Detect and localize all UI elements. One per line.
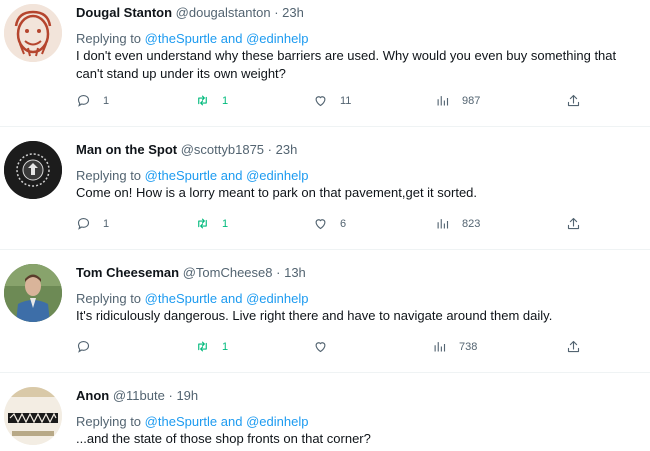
view-count: 823 <box>462 217 481 230</box>
replying-to: Replying to @theSpurtle and @edinhelp <box>76 291 308 306</box>
reply-count: 1 <box>103 94 110 107</box>
retweet-count: 1 <box>222 94 229 107</box>
user-handle[interactable]: @scottyb1875 <box>181 142 264 157</box>
display-name[interactable]: Anon <box>76 388 109 403</box>
mention-link[interactable]: @edinhelp <box>246 31 308 46</box>
retweet-icon <box>198 95 207 106</box>
replying-to-label: Replying to <box>76 291 142 306</box>
display-name[interactable]: Dougal Stanton <box>76 5 172 20</box>
and-label: and <box>220 414 243 429</box>
like-count: 11 <box>340 94 352 107</box>
reply-tweet[interactable]: Anon @11bute · 19h Replying to @theSpurt… <box>0 373 650 451</box>
tweet-text: It's ridiculously dangerous. Live right … <box>76 308 553 323</box>
separator-dot: · <box>274 5 279 20</box>
like-count: 6 <box>340 217 347 230</box>
separator-dot: · <box>276 265 281 280</box>
retweet-count: 1 <box>222 217 229 230</box>
timestamp[interactable]: 19h <box>176 388 198 403</box>
views-button[interactable]: 823 <box>435 216 480 231</box>
reply-button[interactable]: 1 <box>76 93 109 108</box>
analytics-icon <box>434 342 446 352</box>
replying-to: Replying to @theSpurtle and @edinhelp <box>76 31 308 46</box>
mention-link[interactable]: @theSpurtle <box>145 414 217 429</box>
tweet-text: ...and the state of those shop fronts on… <box>76 431 371 446</box>
reply-tweet[interactable]: Dougal Stanton @dougalstanton · 23h Repl… <box>0 0 650 127</box>
analytics-icon <box>437 96 449 106</box>
and-label: and <box>220 31 243 46</box>
retweet-icon <box>198 218 207 229</box>
share-button[interactable] <box>566 216 581 231</box>
share-button[interactable] <box>566 339 581 354</box>
heart-icon <box>315 96 326 107</box>
retweet-button[interactable]: 1 <box>195 339 228 354</box>
timestamp[interactable]: 23h <box>276 142 298 157</box>
mention-link[interactable]: @theSpurtle <box>145 291 217 306</box>
timestamp[interactable]: 23h <box>282 5 304 20</box>
like-button[interactable] <box>313 339 340 354</box>
like-button[interactable]: 11 <box>313 93 351 108</box>
retweet-button[interactable]: 1 <box>195 216 228 231</box>
reply-icon <box>77 94 90 107</box>
reply-tweet[interactable]: Tom Cheeseman @TomCheese8 · 13h Replying… <box>0 250 650 373</box>
like-button[interactable]: 6 <box>313 216 346 231</box>
avatar[interactable] <box>4 264 62 322</box>
separator-dot: · <box>267 142 273 157</box>
avatar[interactable] <box>4 141 62 199</box>
views-button[interactable]: 987 <box>435 93 480 108</box>
timestamp[interactable]: 13h <box>284 265 306 280</box>
retweet-button[interactable]: 1 <box>195 93 228 108</box>
view-count: 987 <box>462 94 481 107</box>
share-icon <box>567 217 580 230</box>
share-button[interactable] <box>566 93 581 108</box>
user-handle[interactable]: @dougalstanton <box>176 5 271 20</box>
replying-to-label: Replying to <box>76 414 142 429</box>
reply-icon <box>77 340 90 353</box>
separator-dot: · <box>168 388 173 403</box>
replying-to-label: Replying to <box>76 168 142 183</box>
retweet-icon <box>198 341 207 352</box>
avatar[interactable] <box>4 4 62 62</box>
replying-to: Replying to @theSpurtle and @edinhelp <box>76 168 308 183</box>
share-icon <box>567 340 580 353</box>
reply-button[interactable]: 1 <box>76 216 109 231</box>
mention-link[interactable]: @edinhelp <box>246 291 308 306</box>
heart-icon <box>315 342 326 353</box>
reply-feed: Dougal Stanton @dougalstanton · 23h Repl… <box>0 0 650 451</box>
view-count: 738 <box>459 340 478 353</box>
and-label: and <box>220 168 243 183</box>
reply-count: 1 <box>103 217 110 230</box>
mention-link[interactable]: @edinhelp <box>246 168 308 183</box>
share-icon <box>567 94 580 107</box>
heart-icon <box>315 219 326 230</box>
tweet-text: Come on! How is a lorry meant to park on… <box>76 185 478 200</box>
reply-icon <box>77 217 90 230</box>
display-name[interactable]: Tom Cheeseman <box>76 265 179 280</box>
replying-to-label: Replying to <box>76 31 142 46</box>
replying-to: Replying to @theSpurtle and @edinhelp <box>76 414 308 429</box>
views-button[interactable]: 738 <box>432 339 477 354</box>
tweet-text: I don't even understand why these barrie… <box>76 48 617 81</box>
reply-button[interactable] <box>76 339 103 354</box>
mention-link[interactable]: @theSpurtle <box>145 31 217 46</box>
user-handle[interactable]: @11bute <box>113 388 165 403</box>
user-handle[interactable]: @TomCheese8 <box>183 265 273 280</box>
analytics-icon <box>437 219 449 229</box>
avatar[interactable] <box>4 387 62 445</box>
retweet-count: 1 <box>222 340 229 353</box>
display-name[interactable]: Man on the Spot <box>76 142 177 157</box>
mention-link[interactable]: @edinhelp <box>246 414 308 429</box>
and-label: and <box>220 291 243 306</box>
mention-link[interactable]: @theSpurtle <box>145 168 217 183</box>
reply-tweet[interactable]: Man on the Spot @scottyb1875 · 23h Reply… <box>0 127 650 250</box>
